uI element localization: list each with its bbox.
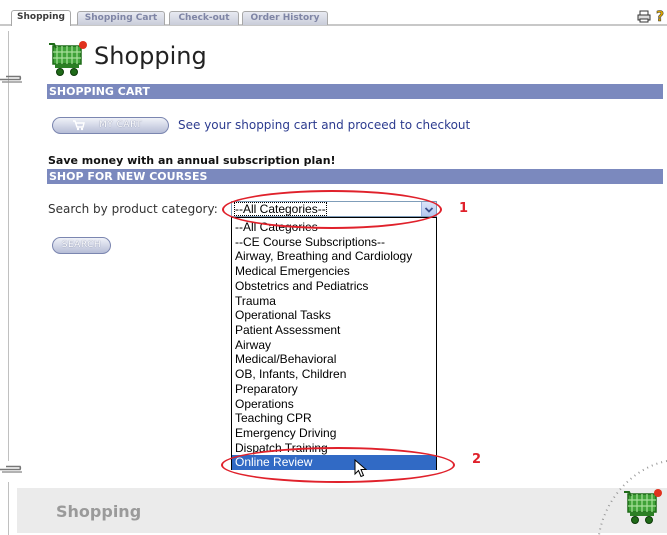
- paper-clip-icon: [0, 465, 22, 473]
- dropdown-option[interactable]: --CE Course Subscriptions--: [232, 235, 436, 250]
- dropdown-option[interactable]: Airway, Breathing and Cardiology: [232, 249, 436, 264]
- search-button[interactable]: SEARCH: [52, 237, 111, 254]
- tab-check-out[interactable]: Check-out: [169, 11, 239, 25]
- shopping-cart-icon: [624, 489, 662, 524]
- promo-text: Save money with an annual subscription p…: [48, 154, 336, 167]
- page-frame-left-bottom: [8, 482, 9, 535]
- dropdown-option[interactable]: OB, Infants, Children: [232, 367, 436, 382]
- section-bar-shop-courses: SHOP FOR NEW COURSES: [47, 169, 663, 184]
- footer-title: Shopping: [56, 502, 142, 521]
- my-cart-button[interactable]: MY CART: [52, 117, 169, 134]
- dropdown-option[interactable]: Operations: [232, 397, 436, 412]
- search-button-label: SEARCH: [61, 240, 102, 250]
- annotation-ring-2: [221, 447, 455, 483]
- dropdown-option[interactable]: Airway: [232, 338, 436, 353]
- dropdown-option[interactable]: Teaching CPR: [232, 411, 436, 426]
- annotation-number-1: 1: [459, 201, 469, 216]
- annotation-ring-1: [222, 190, 442, 229]
- cart-icon: [73, 120, 85, 131]
- category-dropdown-list: --All Categories-- --CE Course Subscript…: [231, 217, 437, 470]
- annotation-number-2: 2: [472, 452, 482, 467]
- tab-shopping-cart[interactable]: Shopping Cart: [77, 11, 165, 25]
- help-icon[interactable]: ?: [655, 8, 667, 24]
- page-frame-left: [8, 31, 9, 461]
- tab-order-history[interactable]: Order History: [242, 11, 328, 25]
- paper-clip-icon: [0, 75, 22, 83]
- page-title: Shopping: [94, 42, 207, 70]
- dropdown-option[interactable]: Operational Tasks: [232, 308, 436, 323]
- section-bar-shopping-cart: SHOPPING CART: [47, 84, 663, 99]
- cart-checkout-link[interactable]: See your shopping cart and proceed to ch…: [178, 118, 470, 132]
- my-cart-label: MY CART: [99, 120, 143, 130]
- svg-text:?: ?: [656, 9, 664, 24]
- dropdown-option[interactable]: Medical/Behavioral: [232, 352, 436, 367]
- dropdown-option[interactable]: Emergency Driving: [232, 426, 436, 441]
- search-category-label: Search by product category:: [48, 202, 218, 216]
- dropdown-option[interactable]: Obstetrics and Pediatrics: [232, 279, 436, 294]
- shopping-cart-icon: [49, 41, 87, 76]
- dropdown-option[interactable]: Trauma: [232, 294, 436, 309]
- printer-icon[interactable]: [637, 10, 651, 23]
- dropdown-option[interactable]: Medical Emergencies: [232, 264, 436, 279]
- tab-shopping[interactable]: Shopping: [11, 10, 71, 26]
- dropdown-option[interactable]: Preparatory: [232, 382, 436, 397]
- dropdown-option[interactable]: Patient Assessment: [232, 323, 436, 338]
